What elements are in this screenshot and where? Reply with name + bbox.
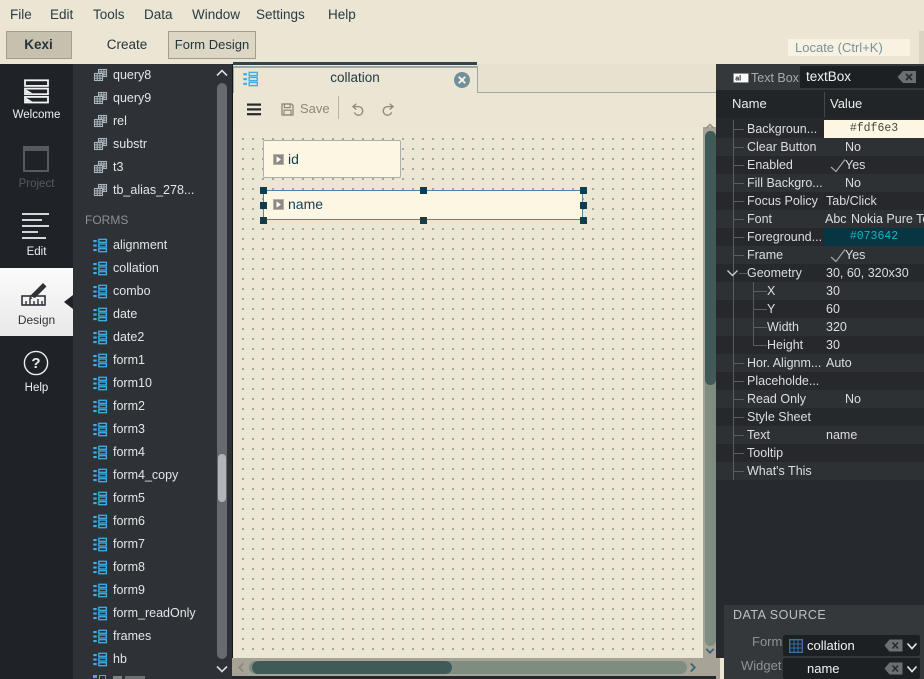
svg-text:al: al	[735, 75, 741, 82]
svg-text:?: ?	[31, 355, 40, 372]
